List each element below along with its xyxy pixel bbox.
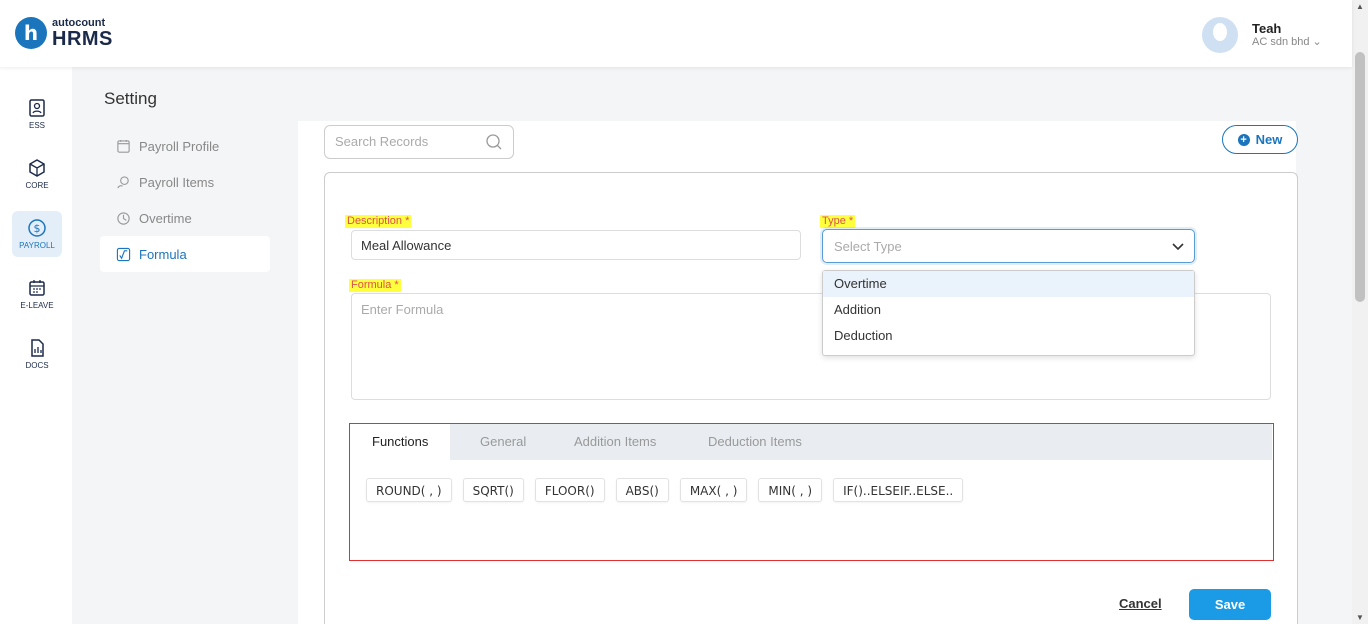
- rail-label: E-LEAVE: [20, 301, 54, 310]
- core-icon: [29, 159, 45, 177]
- app-logo[interactable]: h autocount HRMS: [15, 17, 113, 49]
- chevron-down-icon: [1172, 243, 1184, 251]
- subnav-item-formula[interactable]: Formula: [100, 236, 270, 272]
- function-min-button[interactable]: MIN( , ): [758, 478, 823, 502]
- calendar-icon: [29, 280, 45, 296]
- subnav-item-payroll-items[interactable]: Payroll Items: [100, 164, 270, 200]
- tab-deduction-items[interactable]: Deduction Items: [686, 424, 824, 460]
- formula-form: Description * Type * Select Type Formula…: [324, 172, 1298, 624]
- function-max-button[interactable]: MAX( , ): [679, 478, 748, 502]
- functions-panel: Functions General Addition Items Deducti…: [349, 423, 1274, 561]
- profile-icon: [117, 139, 130, 153]
- type-dropdown-menu: Overtime Addition Deduction: [822, 270, 1195, 356]
- search-box[interactable]: [324, 125, 514, 159]
- user-menu[interactable]: Teah AC sdn bhd ⌄: [1202, 17, 1352, 53]
- tab-addition-items[interactable]: Addition Items: [552, 424, 678, 460]
- type-select-placeholder: Select Type: [834, 239, 902, 254]
- settings-subnav: Payroll Profile Payroll Items Overtime F…: [100, 128, 270, 272]
- plus-circle-icon: +: [1237, 133, 1250, 146]
- function-sqrt-button[interactable]: SQRT(): [462, 478, 524, 502]
- rail-item-core[interactable]: CORE: [12, 151, 62, 197]
- description-field[interactable]: [351, 230, 801, 260]
- description-label: Description *: [345, 215, 412, 228]
- function-round-button[interactable]: ROUND( , ): [366, 478, 452, 502]
- top-header: h autocount HRMS Teah AC sdn bhd ⌄: [0, 0, 1352, 67]
- type-option-deduction[interactable]: Deduction: [823, 323, 1194, 349]
- tab-general[interactable]: General: [458, 424, 548, 460]
- page-scrollbar[interactable]: ▲ ▼: [1352, 0, 1368, 624]
- rail-label: ESS: [28, 121, 45, 130]
- rail-item-docs[interactable]: DOCS: [12, 331, 62, 377]
- save-button[interactable]: Save: [1189, 589, 1271, 620]
- brand-big: HRMS: [52, 27, 113, 50]
- avatar: [1202, 17, 1238, 53]
- overtime-icon: [117, 211, 130, 225]
- rail-item-e-leave[interactable]: E-LEAVE: [12, 271, 62, 317]
- logo-mark: h: [15, 17, 47, 49]
- formula-label: Formula *: [349, 279, 401, 292]
- subnav-item-payroll-profile[interactable]: Payroll Profile: [100, 128, 270, 164]
- subnav-label: Formula: [139, 246, 187, 262]
- new-button-label: New: [1255, 132, 1283, 147]
- new-button[interactable]: + New: [1222, 125, 1298, 154]
- ess-icon: [29, 99, 45, 117]
- tab-functions[interactable]: Functions: [350, 424, 451, 460]
- scroll-down-arrow-icon[interactable]: ▼: [1356, 613, 1364, 622]
- subnav-label: Payroll Profile: [139, 138, 220, 154]
- formula-icon: [116, 247, 131, 261]
- subnav-label: Overtime: [139, 210, 192, 226]
- search-input[interactable]: [335, 134, 475, 149]
- function-abs-button[interactable]: ABS(): [615, 478, 669, 502]
- user-name: Teah: [1252, 20, 1282, 36]
- svg-text:$: $: [34, 222, 41, 235]
- subnav-label: Payroll Items: [139, 174, 215, 190]
- main-panel: + New Description * Type * Select Type F…: [298, 121, 1298, 624]
- brand-small: autocount: [52, 16, 106, 29]
- type-option-overtime[interactable]: Overtime: [823, 271, 1194, 297]
- payroll-icon: $: [28, 219, 46, 237]
- cancel-button[interactable]: Cancel: [1119, 596, 1162, 611]
- scroll-up-arrow-icon[interactable]: ▲: [1356, 2, 1364, 11]
- company-selector[interactable]: AC sdn bhd ⌄: [1252, 36, 1322, 49]
- function-buttons: ROUND( , ) SQRT() FLOOR() ABS() MAX( , )…: [366, 478, 974, 502]
- page-title: Setting: [104, 89, 157, 108]
- scroll-thumb[interactable]: [1355, 52, 1365, 302]
- type-option-addition[interactable]: Addition: [823, 297, 1194, 323]
- subnav-item-overtime[interactable]: Overtime: [100, 200, 270, 236]
- function-if-button[interactable]: IF()..ELSEIF..ELSE..: [833, 478, 964, 502]
- function-floor-button[interactable]: FLOOR(): [534, 478, 605, 502]
- rail-item-payroll[interactable]: $ PAYROLL: [12, 211, 62, 257]
- search-icon[interactable]: [485, 133, 503, 151]
- module-rail: ESS CORE $ PAYROLL E-LEAVE DOCS: [0, 67, 72, 624]
- functions-tab-bar: Functions General Addition Items Deducti…: [350, 424, 1272, 460]
- rail-label: PAYROLL: [19, 241, 55, 250]
- items-icon: [117, 175, 129, 188]
- rail-label: CORE: [25, 181, 49, 190]
- type-label: Type *: [820, 215, 856, 228]
- docs-icon: [31, 339, 44, 357]
- type-select[interactable]: Select Type: [822, 229, 1195, 263]
- rail-item-ess[interactable]: ESS: [12, 91, 62, 137]
- description-input[interactable]: [352, 231, 800, 259]
- rail-label: DOCS: [25, 361, 49, 370]
